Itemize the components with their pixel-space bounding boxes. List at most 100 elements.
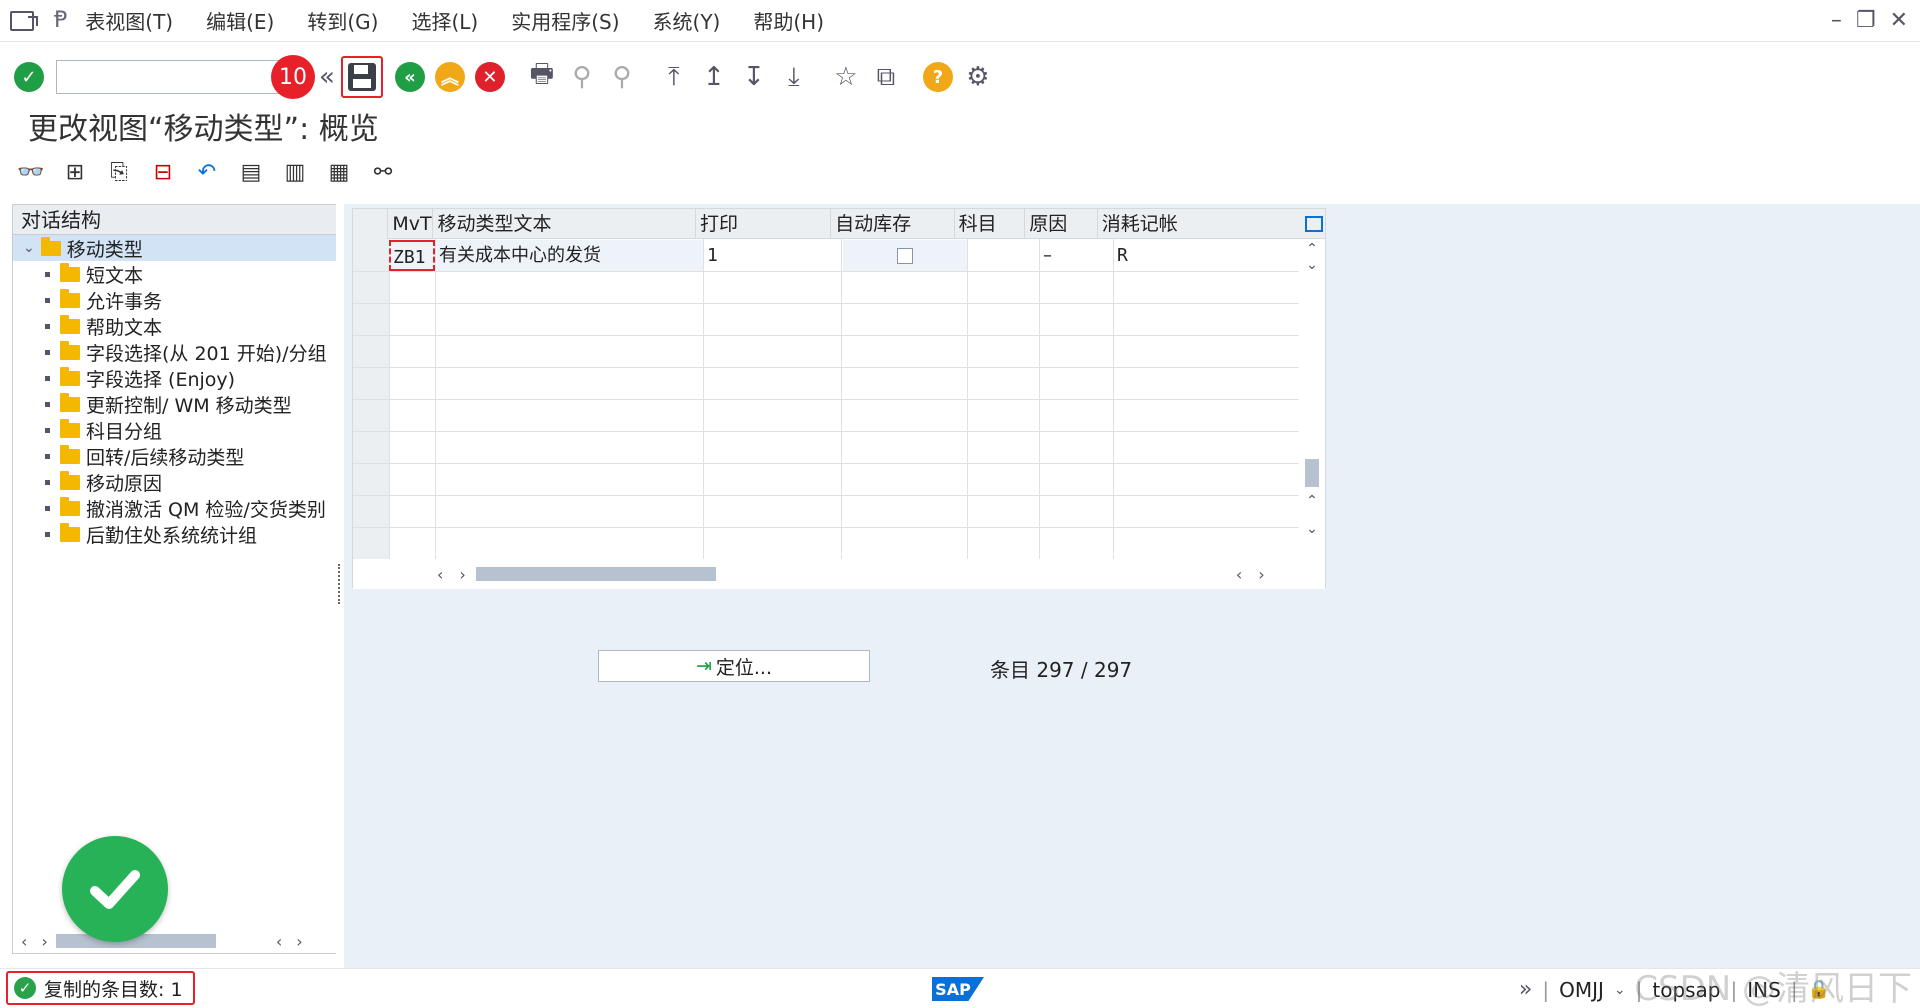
tree-items: 短文本 允许事务 帮助文本 字段选择(从 201 开始)/分组 字段选择 (Enjoy)… — [13, 261, 337, 547]
menu-edit[interactable]: 编辑(E) — [206, 6, 274, 35]
sap-p-icon[interactable]: Ᵽ — [54, 8, 67, 33]
folder-icon — [60, 522, 80, 542]
bullet-icon — [45, 453, 50, 459]
col-header-account[interactable]: 科目 — [955, 209, 1026, 239]
vertical-scroll-thumb[interactable] — [1305, 459, 1319, 487]
cell-account[interactable] — [969, 240, 1039, 271]
page-down-icon[interactable]: ⌄ — [1299, 521, 1325, 537]
tree-item[interactable]: 撤消激活 QM 检验/交货类别 — [13, 495, 337, 521]
select-all-column[interactable] — [353, 209, 389, 239]
tree-item[interactable]: 允许事务 — [13, 287, 337, 313]
select-all-icon[interactable]: ▤ — [236, 157, 266, 187]
col-header-mvt-text[interactable]: 移动类型文本 — [433, 209, 696, 239]
shortcut-icon[interactable]: ⧉ — [869, 60, 903, 94]
status-message[interactable]: ✓ 复制的条目数: 1 — [6, 971, 195, 1005]
enter-icon[interactable]: ✓ — [12, 60, 46, 94]
col-header-reason[interactable]: 原因 — [1025, 209, 1098, 239]
scroll-right-icon[interactable]: › — [41, 932, 47, 951]
find-icon[interactable]: ⚲ — [565, 60, 599, 94]
left-horizontal-scrollbar[interactable]: ‹ › ‹ › — [13, 929, 337, 953]
previous-page-icon[interactable]: ↥ — [697, 60, 731, 94]
help-icon[interactable]: ? — [921, 60, 955, 94]
deselect-all-icon[interactable]: ▦ — [324, 157, 354, 187]
next-page-icon[interactable]: ↧ — [737, 60, 771, 94]
save-button[interactable] — [340, 56, 383, 98]
cancel-icon[interactable]: ✕ — [473, 60, 507, 94]
expand-status-icon[interactable]: » — [1519, 977, 1532, 1002]
copy-as-icon[interactable]: ⎘ — [104, 157, 134, 187]
undo-icon[interactable]: ↶ — [192, 157, 222, 187]
restore-icon[interactable]: ❐ — [1856, 8, 1876, 33]
hscroll-left-end-icon[interactable]: ‹ — [1236, 565, 1242, 584]
cell-reason[interactable]: – — [1041, 240, 1113, 271]
create-session-icon[interactable]: ☆ — [829, 60, 863, 94]
bullet-icon — [45, 479, 50, 485]
tree-item[interactable]: 科目分组 — [13, 417, 337, 443]
tree-item[interactable]: 短文本 — [13, 261, 337, 287]
table-horizontal-scrollbar[interactable]: ‹ › ‹ › — [353, 559, 1325, 589]
back-icon[interactable]: « — [393, 60, 427, 94]
collapse-chevron-icon[interactable]: « — [319, 62, 335, 92]
tree-item[interactable]: 帮助文本 — [13, 313, 337, 339]
scroll-up-icon[interactable]: ⌃ — [1299, 241, 1325, 257]
delete-icon[interactable]: ⊟ — [148, 157, 178, 187]
table-vertical-scrollbar[interactable]: ⌃ ⌄ ⌃ ⌄ — [1299, 239, 1325, 559]
horizontal-scroll-thumb[interactable] — [475, 567, 716, 581]
hscroll-left-icon[interactable]: ‹ — [437, 565, 443, 584]
tree-root-item[interactable]: ⌄ 移动类型 — [13, 235, 337, 261]
tree-item[interactable]: 更新控制/ WM 移动类型 — [13, 391, 337, 417]
command-field[interactable] — [56, 60, 281, 94]
panel-splitter[interactable] — [336, 204, 344, 954]
find-next-icon[interactable]: ⚲ — [605, 60, 639, 94]
exit-icon[interactable]: ︽ — [433, 60, 467, 94]
cell-mvt-text[interactable]: 有关成本中心的发货 — [437, 240, 703, 271]
new-entries-icon[interactable]: ⊞ — [60, 157, 90, 187]
transaction-dropdown-icon[interactable]: ⌄ — [1614, 982, 1626, 998]
scroll-left-end-icon[interactable]: ‹ — [276, 932, 282, 951]
col-header-consumption[interactable]: 消耗记帐 — [1098, 209, 1300, 239]
menu-utilities[interactable]: 实用程序(S) — [511, 6, 619, 35]
hscroll-right-icon[interactable]: › — [459, 565, 465, 584]
scroll-right-end-icon[interactable]: › — [296, 932, 302, 951]
column-settings-icon[interactable] — [1299, 209, 1325, 239]
bullet-icon — [45, 297, 50, 303]
settings-gear-icon[interactable]: ⚙ — [961, 60, 995, 94]
configuration-icon[interactable]: ⚯ — [368, 157, 398, 187]
chevron-down-icon[interactable]: ⌄ — [23, 240, 35, 256]
cell-mvt[interactable]: ZB1 — [389, 240, 435, 271]
cell-consumption[interactable]: R — [1115, 240, 1299, 271]
minimize-icon[interactable]: – — [1831, 8, 1842, 33]
hscroll-right-end-icon[interactable]: › — [1258, 565, 1264, 584]
cell-print[interactable]: 1 — [705, 240, 841, 271]
scroll-down-icon[interactable]: ⌄ — [1299, 257, 1325, 273]
locate-button[interactable]: ⇥ 定位... — [598, 650, 870, 682]
close-window-icon[interactable]: ✕ — [1890, 8, 1908, 33]
first-page-icon[interactable]: ⤒ — [657, 60, 691, 94]
folder-icon — [60, 496, 80, 516]
tree-item[interactable]: 后勤住处系统统计组 — [13, 521, 337, 547]
menu-goto[interactable]: 转到(G) — [307, 6, 378, 35]
auto-stock-checkbox[interactable] — [897, 247, 913, 264]
tree-item[interactable]: 回转/后续移动类型 — [13, 443, 337, 469]
tree-item[interactable]: 字段选择 (Enjoy) — [13, 365, 337, 391]
display-change-icon[interactable]: 👓 — [16, 157, 46, 187]
last-page-icon[interactable]: ⤓ — [777, 60, 811, 94]
step-badge: 10 — [271, 55, 315, 99]
app-menu-icon[interactable] — [10, 10, 38, 31]
tree-item[interactable]: 移动原因 — [13, 469, 337, 495]
scroll-left-icon[interactable]: ‹ — [21, 932, 27, 951]
select-block-icon[interactable]: ▥ — [280, 157, 310, 187]
tree-item[interactable]: 字段选择(从 201 开始)/分组 — [13, 339, 337, 365]
folder-icon — [60, 444, 80, 464]
cell-auto-stock[interactable] — [843, 240, 967, 271]
page-up-icon[interactable]: ⌃ — [1299, 493, 1325, 509]
menu-help[interactable]: 帮助(H) — [753, 6, 824, 35]
menu-table-view[interactable]: 表视图(T) — [85, 6, 173, 35]
col-header-auto-stock[interactable]: 自动库存 — [831, 209, 955, 239]
col-header-print[interactable]: 打印 — [696, 209, 832, 239]
window-controls: – ❐ ✕ — [1831, 8, 1908, 33]
col-header-mvt[interactable]: MvT — [388, 209, 434, 239]
print-icon[interactable]: 🖶 — [525, 59, 559, 94]
menu-system[interactable]: 系统(Y) — [653, 6, 721, 35]
menu-selection[interactable]: 选择(L) — [411, 6, 478, 35]
